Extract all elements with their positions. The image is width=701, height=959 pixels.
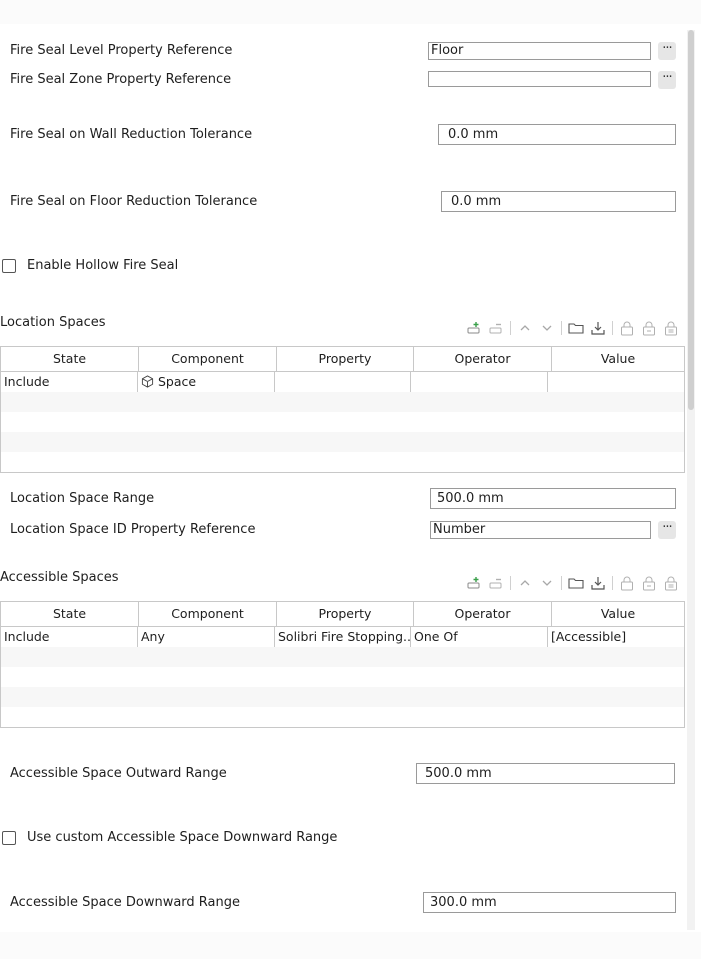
level-ref-label: Fire Seal Level Property Reference [10, 43, 233, 58]
level-ref-field[interactable]: Floor [428, 42, 651, 60]
column-header-state[interactable]: State [1, 347, 139, 371]
scrollbar-thumb[interactable] [688, 30, 694, 410]
toolbar-separator [612, 321, 613, 335]
empty-row [1, 432, 684, 452]
hollow-fire-seal-label: Enable Hollow Fire Seal [27, 258, 179, 273]
lock-remove-icon[interactable] [641, 575, 657, 591]
column-header-component[interactable]: Component [139, 602, 277, 626]
import-icon[interactable] [590, 320, 606, 336]
move-down-icon[interactable] [539, 575, 555, 591]
lock-icon[interactable] [663, 320, 679, 336]
cell-property[interactable] [275, 372, 411, 392]
lock-add-icon[interactable] [619, 575, 635, 591]
location-spaces-toolbar [466, 319, 679, 337]
move-up-icon[interactable] [517, 575, 533, 591]
outward-range-label: Accessible Space Outward Range [10, 766, 227, 781]
import-icon[interactable] [590, 575, 606, 591]
column-header-property[interactable]: Property [277, 602, 414, 626]
empty-row [1, 647, 684, 667]
location-range-input[interactable]: 500.0 mm [430, 488, 676, 509]
cell-state[interactable]: Include [1, 627, 138, 647]
cell-operator[interactable]: One Of [411, 627, 548, 647]
cell-value[interactable] [548, 372, 684, 392]
table-row[interactable]: Include Space [1, 372, 684, 392]
table-header: State Component Property Operator Value [1, 602, 684, 627]
custom-downward-range-label: Use custom Accessible Space Downward Ran… [27, 830, 338, 845]
bottom-edge [0, 932, 701, 959]
accessible-spaces-toolbar [466, 574, 679, 592]
zone-ref-field[interactable] [428, 71, 651, 87]
move-down-icon[interactable] [539, 320, 555, 336]
toolbar-separator [612, 576, 613, 590]
column-header-value[interactable]: Value [552, 347, 684, 371]
column-header-operator[interactable]: Operator [414, 347, 552, 371]
wall-tolerance-input[interactable]: 0.0 mm [438, 124, 676, 145]
toolbar-separator [561, 576, 562, 590]
cell-state[interactable]: Include [1, 372, 138, 392]
downward-range-label: Accessible Space Downward Range [10, 895, 240, 910]
add-row-icon[interactable] [466, 320, 482, 336]
location-spaces-title: Location Spaces [0, 315, 106, 330]
column-header-property[interactable]: Property [277, 347, 414, 371]
remove-row-icon[interactable] [488, 320, 504, 336]
cell-component[interactable]: Any [138, 627, 275, 647]
empty-row [1, 667, 684, 687]
lock-remove-icon[interactable] [641, 320, 657, 336]
accessible-spaces-table: State Component Property Operator Value … [0, 601, 685, 728]
remove-row-icon[interactable] [488, 575, 504, 591]
accessible-spaces-title: Accessible Spaces [0, 570, 119, 585]
table-row[interactable]: Include Any Solibri Fire Stopping... One… [1, 627, 684, 647]
hollow-fire-seal-checkbox[interactable] [2, 259, 16, 273]
zone-ref-label: Fire Seal Zone Property Reference [10, 72, 232, 87]
empty-row [1, 412, 684, 432]
column-header-state[interactable]: State [1, 602, 139, 626]
cell-component-text: Space [158, 374, 197, 389]
column-header-operator[interactable]: Operator [414, 602, 552, 626]
cell-value[interactable]: [Accessible] [548, 627, 684, 647]
location-spaces-table: State Component Property Operator Value … [0, 346, 685, 473]
table-header: State Component Property Operator Value [1, 347, 684, 372]
column-header-value[interactable]: Value [552, 602, 684, 626]
open-folder-icon[interactable] [568, 575, 584, 591]
move-up-icon[interactable] [517, 320, 533, 336]
toolbar-separator [510, 576, 511, 590]
location-id-ref-field[interactable]: Number [430, 521, 651, 539]
floor-tolerance-input[interactable]: 0.0 mm [441, 191, 676, 212]
add-row-icon[interactable] [466, 575, 482, 591]
custom-downward-range-checkbox[interactable] [2, 831, 16, 845]
cube-icon [141, 374, 154, 392]
cell-property[interactable]: Solibri Fire Stopping... [275, 627, 411, 647]
top-edge [0, 0, 701, 24]
cell-component[interactable]: Space [138, 372, 275, 392]
location-id-ref-label: Location Space ID Property Reference [10, 522, 256, 537]
zone-ref-more-button[interactable]: ··· [658, 71, 676, 89]
open-folder-icon[interactable] [568, 320, 584, 336]
toolbar-separator [510, 321, 511, 335]
lock-add-icon[interactable] [619, 320, 635, 336]
lock-icon[interactable] [663, 575, 679, 591]
level-ref-more-button[interactable]: ··· [658, 42, 676, 60]
column-header-component[interactable]: Component [139, 347, 277, 371]
downward-range-input[interactable]: 300.0 mm [423, 892, 676, 913]
location-id-ref-more-button[interactable]: ··· [658, 521, 676, 539]
wall-tolerance-label: Fire Seal on Wall Reduction Tolerance [10, 127, 253, 142]
location-range-label: Location Space Range [10, 491, 155, 506]
cell-operator[interactable] [411, 372, 548, 392]
empty-row [1, 687, 684, 707]
floor-tolerance-label: Fire Seal on Floor Reduction Tolerance [10, 194, 258, 209]
empty-row [1, 392, 684, 412]
outward-range-input[interactable]: 500.0 mm [416, 763, 675, 784]
toolbar-separator [561, 321, 562, 335]
